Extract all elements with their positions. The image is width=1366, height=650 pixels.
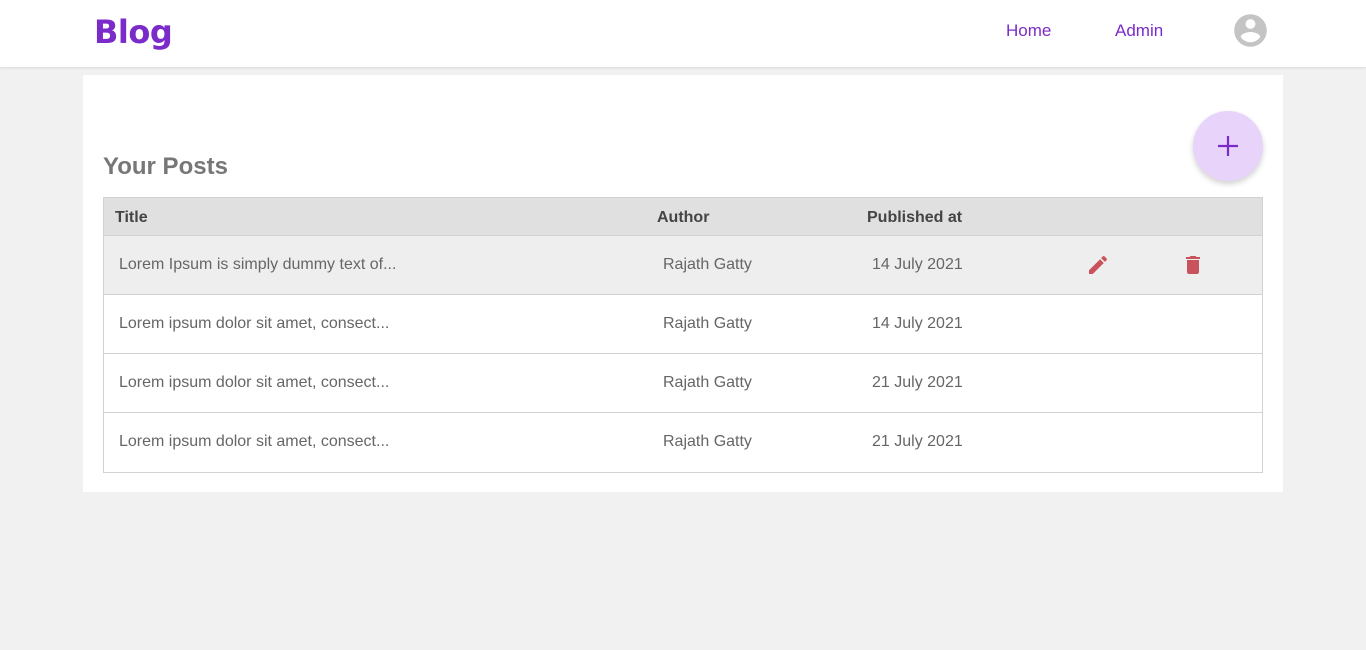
- plus-icon: [1218, 136, 1238, 156]
- edit-post-button[interactable]: [1086, 253, 1110, 277]
- post-published-date: 21 July 2021: [872, 433, 963, 450]
- post-author: Rajath Gatty: [663, 315, 752, 332]
- post-title: Lorem Ipsum is simply dummy text of...: [119, 256, 397, 273]
- navbar: Blog Home Admin: [0, 0, 1366, 67]
- column-header-title: Title: [115, 209, 148, 226]
- avatar[interactable]: [1231, 11, 1270, 50]
- post-published-date: 14 July 2021: [872, 256, 963, 273]
- pencil-icon: [1089, 255, 1108, 274]
- post-author: Rajath Gatty: [663, 256, 752, 273]
- post-title: Lorem ipsum dolor sit amet, consect...: [119, 433, 390, 450]
- post-title: Lorem ipsum dolor sit amet, consect...: [119, 374, 390, 391]
- column-header-author: Author: [657, 209, 710, 226]
- add-post-button[interactable]: [1193, 111, 1263, 181]
- brand-logo[interactable]: Blog: [94, 13, 173, 51]
- table-row[interactable]: Lorem ipsum dolor sit amet, consect... R…: [104, 295, 1262, 354]
- nav-link-admin[interactable]: Admin: [1115, 21, 1163, 41]
- posts-panel: Your Posts Title Author Published at Lor…: [83, 75, 1283, 492]
- post-published-date: 21 July 2021: [872, 374, 963, 391]
- account-circle-icon: [1234, 14, 1267, 47]
- nav-link-home[interactable]: Home: [1006, 21, 1051, 41]
- table-row[interactable]: Lorem ipsum dolor sit amet, consect... R…: [104, 354, 1262, 413]
- trash-icon: [1186, 256, 1200, 274]
- table-row[interactable]: Lorem ipsum dolor sit amet, consect... R…: [104, 413, 1262, 472]
- post-title: Lorem ipsum dolor sit amet, consect...: [119, 315, 390, 332]
- post-published-date: 14 July 2021: [872, 315, 963, 332]
- table-header: Title Author Published at: [104, 198, 1262, 236]
- post-author: Rajath Gatty: [663, 433, 752, 450]
- column-header-published: Published at: [867, 209, 963, 226]
- delete-post-button[interactable]: [1181, 253, 1205, 277]
- posts-table: Title Author Published at Lorem Ipsum is…: [103, 197, 1263, 473]
- table-row[interactable]: Lorem Ipsum is simply dummy text of... R…: [104, 236, 1262, 295]
- post-author: Rajath Gatty: [663, 374, 752, 391]
- page-title: Your Posts: [103, 153, 228, 180]
